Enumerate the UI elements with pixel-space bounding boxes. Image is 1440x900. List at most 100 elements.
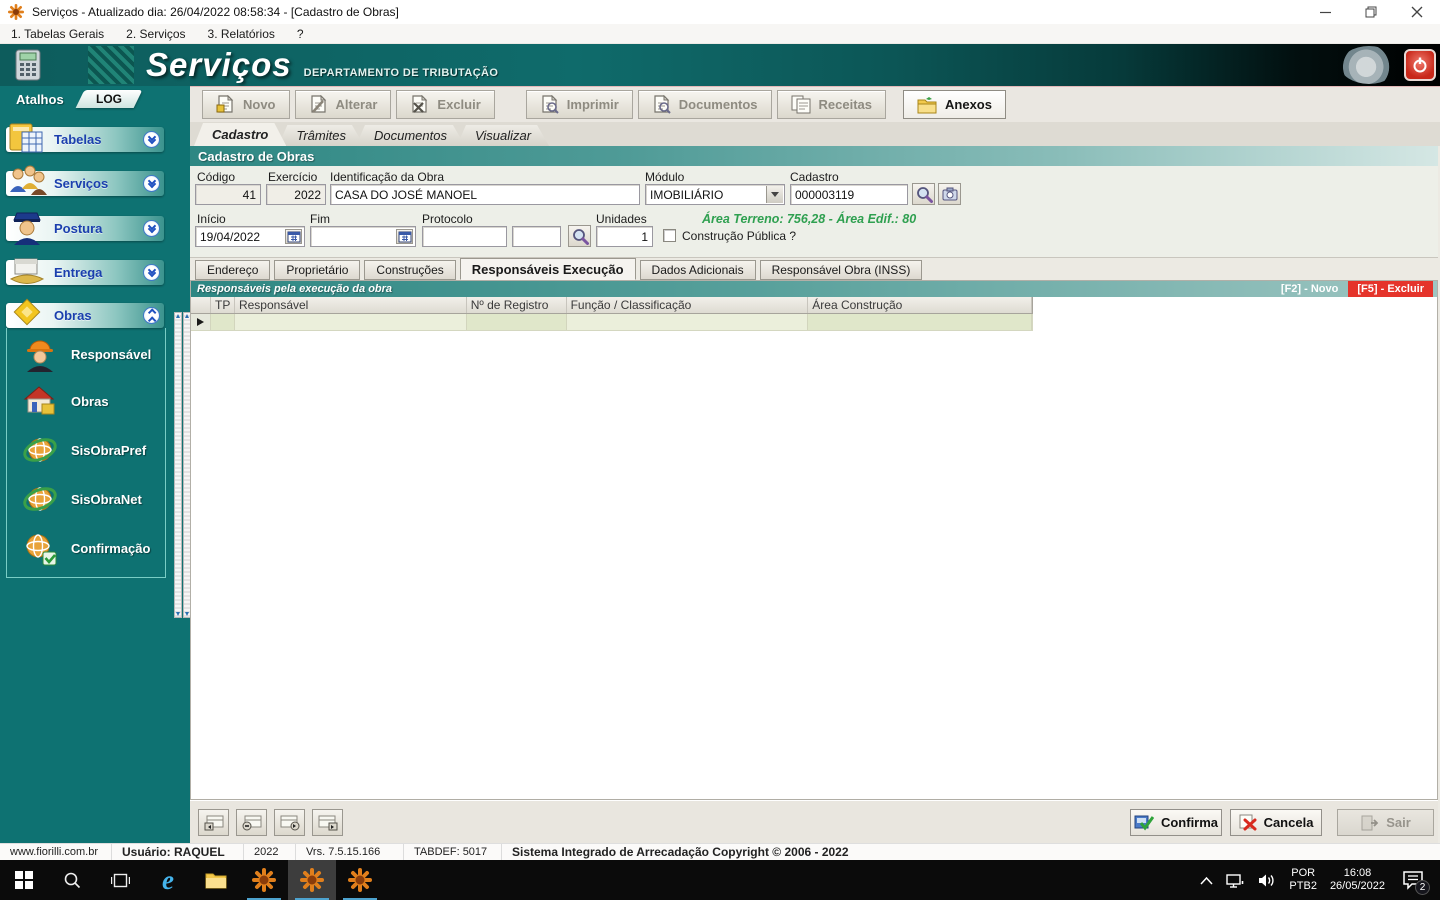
grid-header-area[interactable]: Área Construção — [808, 297, 1033, 313]
search-icon — [572, 228, 589, 245]
file-explorer-button[interactable] — [192, 860, 240, 900]
subtab-construcoes[interactable]: Construções — [364, 260, 456, 280]
cancela-button[interactable]: Cancela — [1230, 809, 1322, 836]
cell-funcao — [566, 314, 809, 330]
chevron-down-icon[interactable] — [143, 220, 160, 237]
protocolo-field-2[interactable] — [512, 226, 561, 247]
prior-record-button[interactable] — [236, 809, 267, 836]
chevron-down-icon[interactable] — [143, 131, 160, 148]
documentos-button[interactable]: Documentos — [637, 90, 772, 119]
volume-icon[interactable] — [1258, 873, 1276, 888]
grid-header-tp[interactable]: TP — [211, 297, 235, 313]
scrollbar-vertical[interactable] — [174, 312, 182, 618]
prior-record-icon — [242, 815, 261, 830]
task-view-button[interactable] — [96, 860, 144, 900]
chevron-up-icon[interactable] — [1200, 876, 1213, 885]
confirma-button[interactable]: Confirma — [1130, 809, 1222, 836]
sidebar-group-postura[interactable]: Postura — [6, 212, 164, 245]
first-record-button[interactable] — [198, 809, 229, 836]
subtab-proprietario[interactable]: Proprietário — [274, 260, 361, 280]
sidebar-item-responsavel[interactable]: Responsável — [21, 336, 151, 372]
menu-help[interactable]: ? — [286, 24, 315, 43]
fim-date-field[interactable] — [310, 226, 416, 247]
subtab-dados-adicionais[interactable]: Dados Adicionais — [639, 260, 756, 280]
sidebar-group-servicos[interactable]: Serviços — [6, 165, 164, 196]
imprimir-button[interactable]: Imprimir — [525, 90, 633, 119]
status-year: 2022 — [244, 844, 296, 860]
network-icon[interactable] — [1226, 873, 1245, 888]
sidebar-item-obras[interactable]: Obras — [21, 383, 109, 419]
app-window-button-1[interactable] — [240, 860, 288, 900]
novo-button[interactable]: Novo — [202, 90, 290, 119]
anexos-button[interactable]: Anexos — [903, 90, 1006, 119]
menu-relatorios[interactable]: 3. Relatórios — [197, 24, 286, 43]
unidades-field[interactable]: 1 — [596, 226, 653, 247]
fim-label: Fim — [310, 212, 330, 226]
protocolo-search-button[interactable] — [568, 225, 591, 247]
action-center-button[interactable]: 2 — [1398, 866, 1430, 895]
inicio-date-field[interactable]: 19/04/2022 — [195, 226, 305, 247]
responsavel-worker-icon — [27, 340, 53, 372]
sidebar-log-tab[interactable]: LOG — [75, 90, 143, 108]
sidebar-item-confirmacao[interactable]: Confirmação — [21, 530, 150, 566]
app-window-button-3[interactable] — [336, 860, 384, 900]
tab-cadastro[interactable]: Cadastro — [194, 123, 286, 146]
sidebar-group-obras[interactable]: Obras — [6, 298, 164, 328]
last-record-button[interactable] — [312, 809, 343, 836]
table-row[interactable] — [191, 314, 1033, 331]
calendar-icon[interactable] — [396, 229, 413, 244]
grid-header-funcao[interactable]: Função / Classificação — [567, 297, 809, 313]
taskbar-search-button[interactable] — [48, 860, 96, 900]
menu-servicos[interactable]: 2. Serviços — [115, 24, 196, 43]
internet-explorer-button[interactable]: e — [144, 860, 192, 900]
sidebar-item-sisobrapref[interactable]: SisObraPref — [21, 432, 146, 468]
exit-power-button[interactable] — [1404, 49, 1436, 81]
tab-visualizar[interactable]: Visualizar — [457, 125, 549, 146]
cadastro-photo-button[interactable] — [938, 183, 961, 205]
grid-header-responsavel[interactable]: Responsável — [235, 297, 467, 313]
exercicio-field[interactable]: 2022 — [266, 184, 326, 205]
shortcut-f2-novo[interactable]: [F2] - Novo — [1271, 283, 1348, 295]
clock[interactable]: 16:08 26/05/2022 — [1330, 867, 1385, 893]
sidebar-group-tabelas[interactable]: Tabelas — [6, 123, 164, 153]
chevron-down-icon[interactable] — [143, 175, 160, 192]
app-window-button-2[interactable] — [288, 860, 336, 900]
sidebar-group-entrega[interactable]: Entrega — [6, 258, 164, 285]
protocolo-field[interactable] — [422, 226, 507, 247]
close-button[interactable] — [1394, 0, 1440, 24]
confirmacao-globe-check-icon — [26, 534, 57, 566]
chevron-down-icon[interactable] — [143, 264, 160, 281]
next-record-button[interactable] — [274, 809, 305, 836]
excluir-button[interactable]: Excluir — [396, 90, 495, 119]
tab-documentos[interactable]: Documentos — [356, 125, 465, 146]
language-indicator[interactable]: POR PTB2 — [1289, 867, 1317, 893]
codigo-field[interactable]: 41 — [195, 184, 261, 205]
grid-header-registro[interactable]: Nº de Registro — [467, 297, 567, 313]
minimize-button[interactable] — [1302, 0, 1348, 24]
folder-icon — [205, 873, 227, 889]
chevron-up-icon[interactable] — [143, 307, 160, 325]
sair-button[interactable]: Sair — [1337, 809, 1434, 836]
taskbar: e POR PTB2 16:08 26/05/2022 2 — [0, 860, 1440, 900]
subtab-endereco[interactable]: Endereço — [195, 260, 271, 280]
menu-tabelas-gerais[interactable]: 1. Tabelas Gerais — [0, 24, 115, 43]
sidebar-item-sisobranet[interactable]: SisObraNet — [21, 481, 142, 517]
subtab-responsaveis-execucao[interactable]: Responsáveis Execução — [459, 258, 636, 280]
start-button[interactable] — [0, 860, 48, 900]
cadastro-field[interactable]: 000003119 — [790, 184, 908, 205]
identificacao-field[interactable]: CASA DO JOSÉ MANOEL — [330, 184, 640, 205]
receitas-button[interactable]: Receitas — [776, 90, 887, 119]
subtab-responsavel-obra-inss[interactable]: Responsável Obra (INSS) — [759, 260, 923, 280]
construcao-publica-checkbox[interactable] — [663, 229, 676, 242]
modulo-select[interactable]: IMOBILIÁRIO — [645, 184, 785, 205]
alterar-button[interactable]: Alterar — [294, 90, 392, 119]
cadastro-search-button[interactable] — [912, 183, 935, 205]
calendar-icon[interactable] — [285, 229, 302, 244]
exercicio-label: Exercício — [268, 170, 318, 184]
tab-tramites[interactable]: Trâmites — [278, 125, 364, 146]
grid-caption-bar: Responsáveis pela execução da obra [F2] … — [191, 281, 1437, 297]
restore-button[interactable] — [1348, 0, 1394, 24]
shortcut-f5-excluir[interactable]: [F5] - Excluir — [1348, 281, 1433, 297]
chevron-down-icon[interactable] — [766, 186, 783, 203]
tabelas-icon — [9, 123, 43, 153]
